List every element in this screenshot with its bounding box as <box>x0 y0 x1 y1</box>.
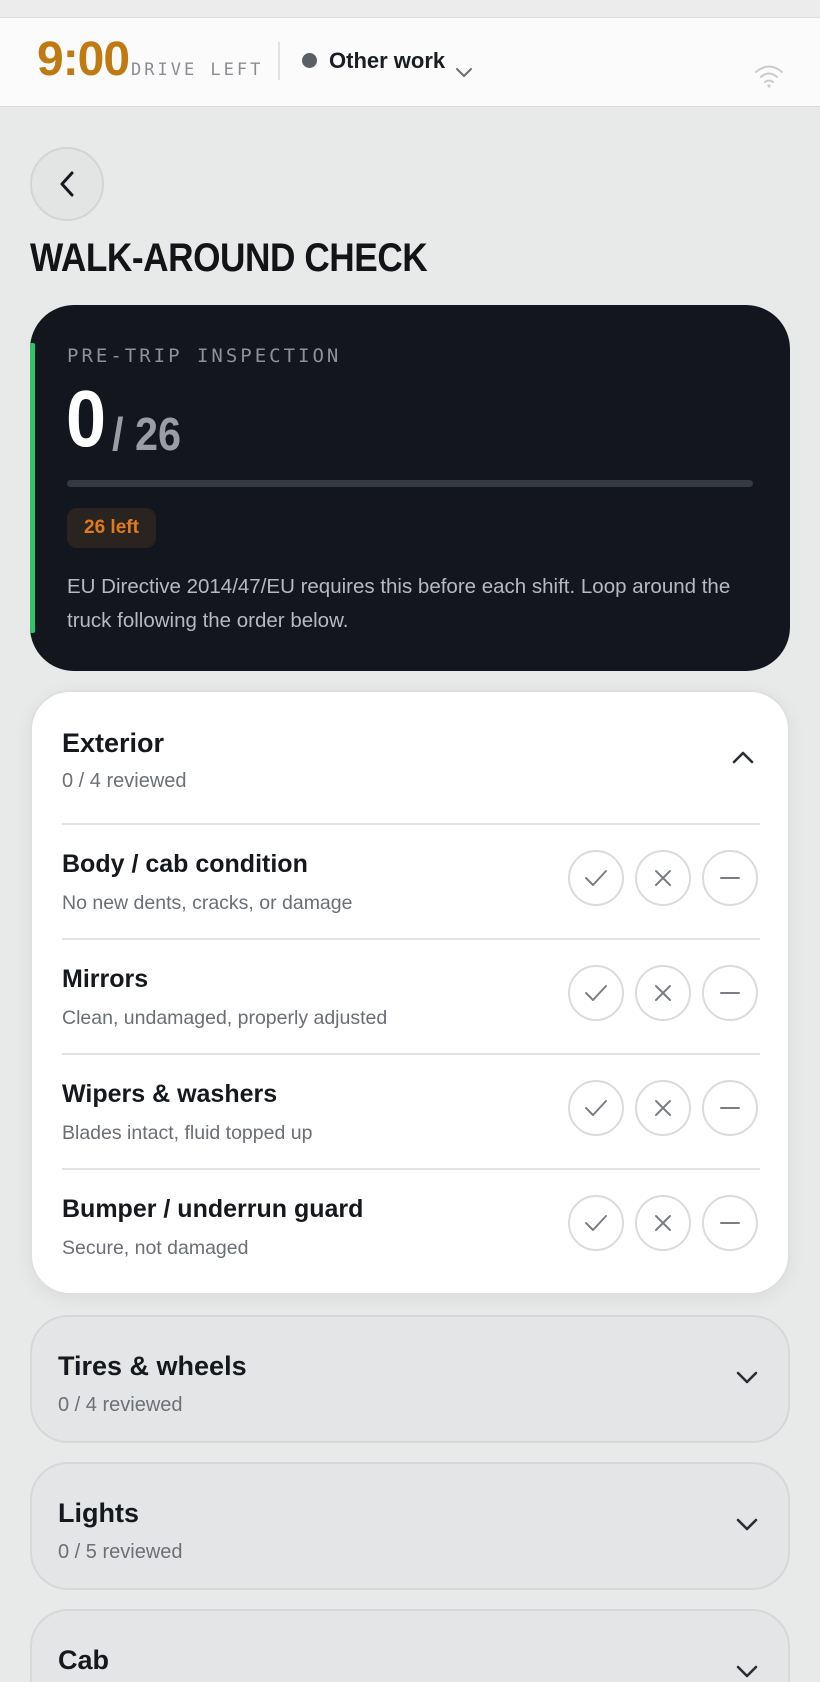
minus-icon <box>720 1107 740 1109</box>
chevron-down-icon[interactable] <box>456 68 472 78</box>
chevron-down-icon <box>736 1371 758 1384</box>
section-title: Cab <box>58 1645 110 1675</box>
check-item-title: Bumper / underrun guard <box>62 1195 364 1223</box>
total-count: / 26 <box>112 408 182 460</box>
check-item-title: Body / cab condition <box>62 850 308 878</box>
page-title: WALK-AROUND CHECK <box>30 236 428 280</box>
check-icon <box>585 985 607 1001</box>
wifi-icon <box>755 65 783 88</box>
section-progress: 0 / 4 reviewed <box>62 770 187 792</box>
drive-time: 9:00 <box>37 33 130 86</box>
check-item-title: Wipers & washers <box>62 1080 278 1108</box>
pass-button[interactable] <box>568 965 624 1021</box>
chevron-left-icon <box>60 171 74 197</box>
fail-button[interactable] <box>635 1195 691 1251</box>
section-progress: 0 / 5 reviewed <box>58 1541 183 1563</box>
fail-button[interactable] <box>635 965 691 1021</box>
x-icon <box>655 985 671 1001</box>
row-divider <box>62 1168 760 1170</box>
row-divider <box>62 938 760 940</box>
na-button[interactable] <box>702 965 758 1021</box>
duty-status-selector[interactable]: Other work <box>329 48 445 74</box>
minus-icon <box>720 1222 740 1224</box>
back-button[interactable] <box>30 147 104 221</box>
remaining-badge: 26 left <box>67 508 156 548</box>
chevron-down-icon <box>736 1518 758 1531</box>
section-title: Tires & wheels <box>58 1351 247 1381</box>
check-item-sub: Clean, undamaged, properly adjusted <box>62 1007 388 1029</box>
section-cab[interactable]: Cab <box>30 1609 790 1682</box>
section-title[interactable]: Exterior <box>62 728 164 759</box>
minus-icon <box>720 877 740 879</box>
chevron-up-icon[interactable] <box>732 750 754 764</box>
section-progress: 0 / 4 reviewed <box>58 1394 183 1416</box>
fail-button[interactable] <box>635 1080 691 1136</box>
na-button[interactable] <box>702 1080 758 1136</box>
x-icon <box>655 1100 671 1116</box>
fail-button[interactable] <box>635 850 691 906</box>
pass-button[interactable] <box>568 1195 624 1251</box>
check-item-sub: No new dents, cracks, or damage <box>62 892 353 914</box>
inspection-summary-card: PRE-TRIP INSPECTION 0 / 26 26 left EU Di… <box>30 305 790 671</box>
section-tires-wheels[interactable]: Tires & wheels 0 / 4 reviewed <box>30 1315 790 1443</box>
top-strip <box>0 0 820 18</box>
progress-bar <box>67 480 753 487</box>
x-icon <box>655 1215 671 1231</box>
na-button[interactable] <box>702 850 758 906</box>
check-item-title: Mirrors <box>62 965 149 993</box>
summary-note: EU Directive 2014/47/EU requires this be… <box>67 575 731 632</box>
check-item-sub: Blades intact, fluid topped up <box>62 1122 313 1144</box>
check-icon <box>585 1215 607 1231</box>
chevron-down-icon <box>736 1665 758 1678</box>
section-title: Lights <box>58 1498 139 1528</box>
check-icon <box>585 870 607 886</box>
drive-time-label: DRIVE LEFT <box>131 60 264 80</box>
duty-status-dot <box>302 53 317 68</box>
row-divider <box>62 823 760 825</box>
summary-label: PRE-TRIP INSPECTION <box>67 345 342 367</box>
section-exterior: Exterior 0 / 4 reviewed Body / cab condi… <box>30 690 790 1295</box>
x-icon <box>655 870 671 886</box>
summary-accent-bar <box>30 343 35 633</box>
completed-count: 0 <box>66 374 107 463</box>
check-icon <box>585 1100 607 1116</box>
pass-button[interactable] <box>568 850 624 906</box>
pass-button[interactable] <box>568 1080 624 1136</box>
status-bar: 9:00 DRIVE LEFT Other work <box>0 18 820 107</box>
na-button[interactable] <box>702 1195 758 1251</box>
section-lights[interactable]: Lights 0 / 5 reviewed <box>30 1462 790 1590</box>
topbar-divider <box>278 42 280 80</box>
row-divider <box>62 1053 760 1055</box>
check-item-sub: Secure, not damaged <box>62 1237 249 1259</box>
minus-icon <box>720 992 740 994</box>
